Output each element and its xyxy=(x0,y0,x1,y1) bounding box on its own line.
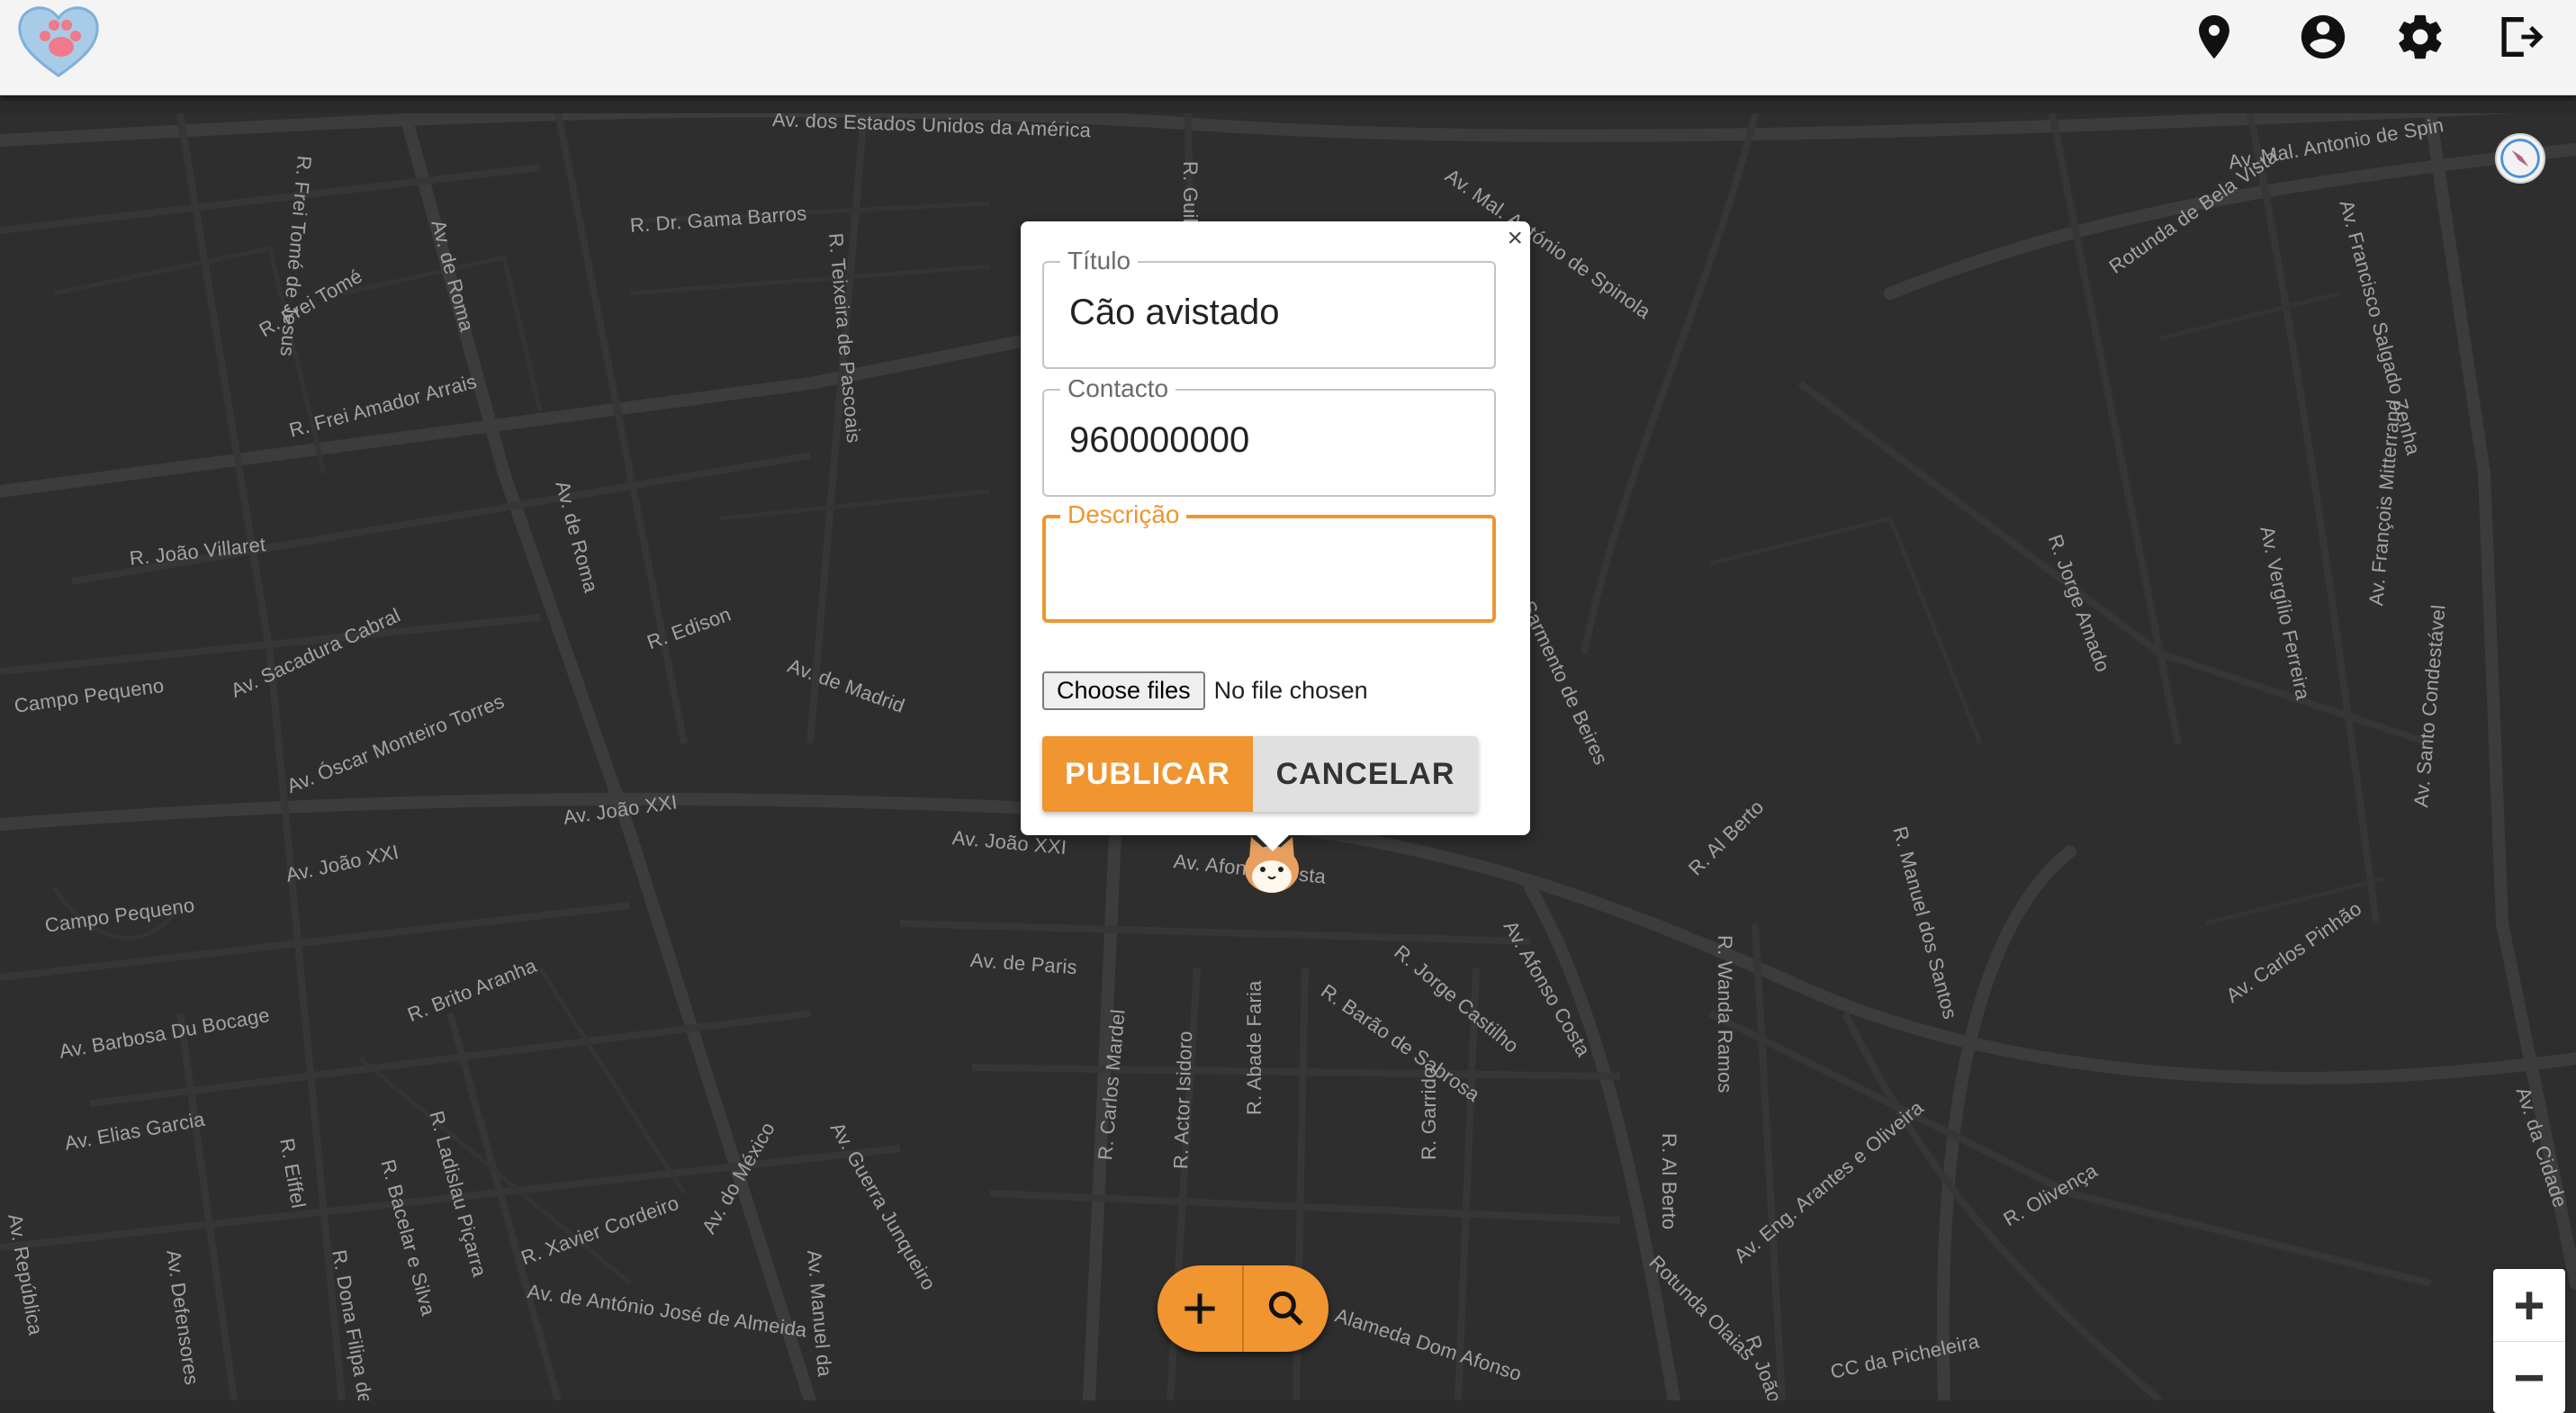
street-label: R. Wanda Ramos xyxy=(1714,935,1736,1094)
logout-icon[interactable] xyxy=(2488,5,2551,68)
street-label: R. Abade Faria xyxy=(1243,980,1265,1115)
publish-button[interactable]: PUBLICAR xyxy=(1042,736,1253,812)
zoom-in-button[interactable]: + xyxy=(2493,1269,2565,1341)
popup-pointer xyxy=(1253,832,1293,851)
street-label: R. Actor Isidoro xyxy=(1169,1030,1197,1170)
contact-input[interactable] xyxy=(1067,419,1473,462)
file-upload-row: Choose files No file chosen xyxy=(1042,671,1368,710)
description-field[interactable]: Descrição xyxy=(1042,500,1496,623)
description-input[interactable] xyxy=(1069,547,1474,590)
contact-field-label: Contacto xyxy=(1060,374,1176,403)
location-pin-icon[interactable] xyxy=(2183,5,2246,68)
gear-icon[interactable] xyxy=(2389,5,2452,68)
top-app-bar xyxy=(0,0,2576,95)
plus-icon[interactable] xyxy=(1157,1265,1242,1352)
choose-files-button[interactable]: Choose files xyxy=(1042,671,1205,710)
action-buttons: PUBLICAR CANCELAR xyxy=(1042,736,1478,812)
file-status-text: No file chosen xyxy=(1213,677,1368,704)
paw-heart-logo-icon[interactable] xyxy=(14,2,103,81)
zoom-control: + − xyxy=(2493,1269,2565,1413)
title-field-label: Título xyxy=(1060,247,1139,275)
title-input[interactable] xyxy=(1067,292,1473,334)
report-popup: × Título Contacto Descrição Choose files… xyxy=(1021,221,1530,835)
cancel-button[interactable]: CANCELAR xyxy=(1253,736,1478,812)
search-icon[interactable] xyxy=(1242,1265,1329,1352)
map-action-buttons xyxy=(1157,1265,1329,1352)
title-field[interactable]: Título xyxy=(1042,247,1496,369)
street-label: R. Garrido xyxy=(1418,1066,1440,1160)
close-icon[interactable]: × xyxy=(1507,225,1523,252)
zoom-out-button[interactable]: − xyxy=(2493,1341,2565,1413)
contact-field[interactable]: Contacto xyxy=(1042,374,1496,497)
account-circle-icon[interactable] xyxy=(2292,5,2355,68)
street-label: R. Al Berto xyxy=(1658,1133,1680,1230)
compass-icon[interactable] xyxy=(2495,133,2545,184)
description-field-label: Descrição xyxy=(1060,500,1187,529)
